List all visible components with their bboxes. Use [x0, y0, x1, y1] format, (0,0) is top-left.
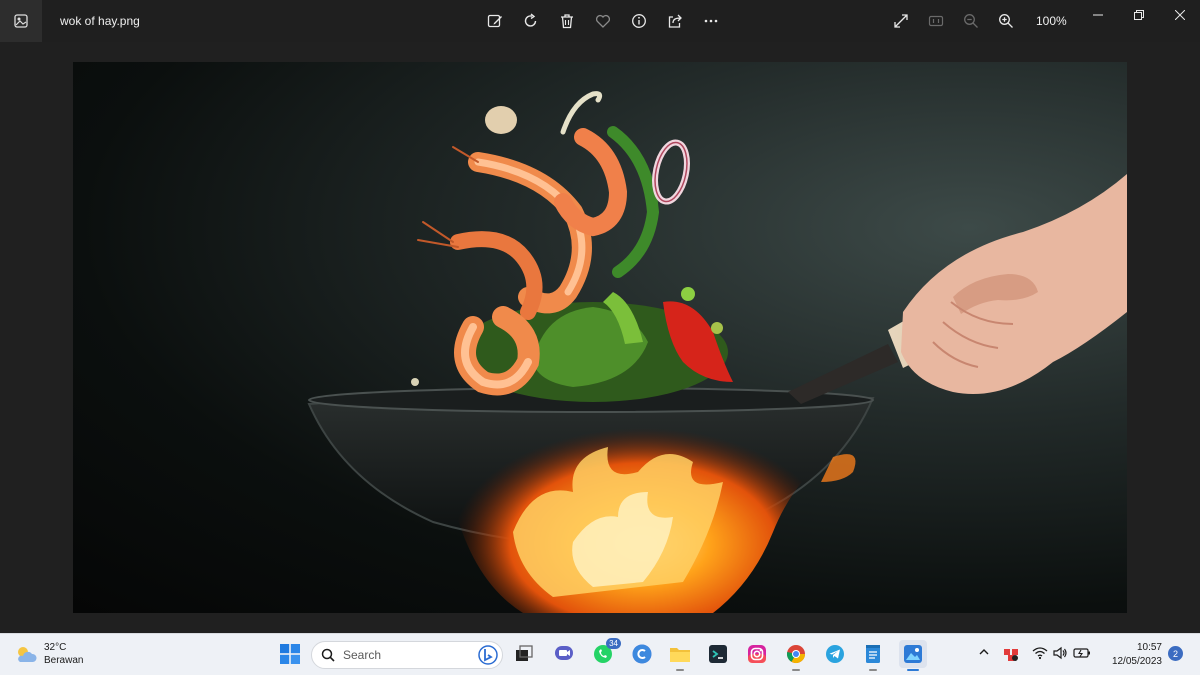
canva-icon[interactable] [630, 642, 654, 666]
info-icon[interactable] [628, 10, 650, 32]
notepad-icon[interactable] [861, 642, 885, 671]
task-view-icon[interactable] [512, 642, 536, 666]
photo-canvas[interactable] [73, 62, 1127, 613]
search-placeholder: Search [343, 648, 382, 662]
more-icon[interactable] [700, 10, 722, 32]
notification-count[interactable]: 2 [1168, 646, 1183, 661]
chevron-up-icon [979, 649, 989, 655]
photos-app-icon[interactable] [0, 0, 42, 42]
delete-icon[interactable] [556, 10, 578, 32]
share-icon[interactable] [664, 10, 686, 32]
search-icon [321, 648, 335, 662]
instagram-icon[interactable] [745, 642, 769, 666]
weather-widget[interactable]: 32°C Berawan [14, 641, 83, 667]
window-controls [1077, 0, 1200, 30]
file-explorer-icon[interactable] [668, 642, 692, 671]
whatsapp-icon[interactable]: 34 [591, 638, 621, 666]
wifi-icon[interactable] [1032, 646, 1048, 660]
whatsapp-badge: 34 [606, 638, 621, 649]
teams-chat-icon[interactable] [552, 642, 576, 666]
minimize-button[interactable] [1077, 0, 1118, 30]
clock-date: 12/05/2023 [1111, 656, 1162, 667]
zoom-level[interactable]: 100% [1036, 14, 1067, 28]
cloudy-weather-icon [18, 647, 37, 662]
windows-logo-icon [280, 644, 300, 664]
tray-app-icon[interactable] [1003, 646, 1019, 662]
fullscreen-icon[interactable] [890, 10, 912, 32]
terminal-app-icon[interactable] [706, 642, 730, 666]
file-name: wok of hay.png [60, 14, 140, 28]
weather-temperature: 32°C [44, 642, 67, 653]
actual-size-icon[interactable] [925, 10, 947, 32]
image-toolbar [484, 10, 722, 32]
favorite-icon[interactable] [592, 10, 614, 32]
bing-icon[interactable] [478, 645, 498, 665]
system-clock[interactable]: 10:57 12/05/2023 [1098, 641, 1162, 669]
search-input[interactable]: Search [311, 641, 503, 669]
volume-icon[interactable] [1052, 646, 1068, 660]
photos-taskbar-icon[interactable] [899, 640, 927, 671]
clock-time: 10:57 [1136, 642, 1162, 653]
maximize-button[interactable] [1118, 0, 1159, 30]
zoom-out-icon[interactable] [960, 10, 982, 32]
edit-image-icon[interactable] [484, 10, 506, 32]
taskbar: 32°C Berawan Search 34 10:57 12/05/2023 … [0, 633, 1200, 675]
chrome-icon[interactable] [784, 642, 808, 671]
start-button[interactable] [278, 642, 302, 666]
zoom-in-icon[interactable] [995, 10, 1017, 32]
rotate-icon[interactable] [520, 10, 542, 32]
show-hidden-icons[interactable] [978, 646, 990, 658]
wok-photo-illustration [307, 91, 1127, 613]
telegram-icon[interactable] [823, 642, 847, 666]
view-tools: 100% [890, 10, 1067, 32]
weather-description: Berawan [44, 655, 84, 666]
battery-icon[interactable] [1073, 646, 1091, 660]
close-button[interactable] [1159, 0, 1200, 30]
